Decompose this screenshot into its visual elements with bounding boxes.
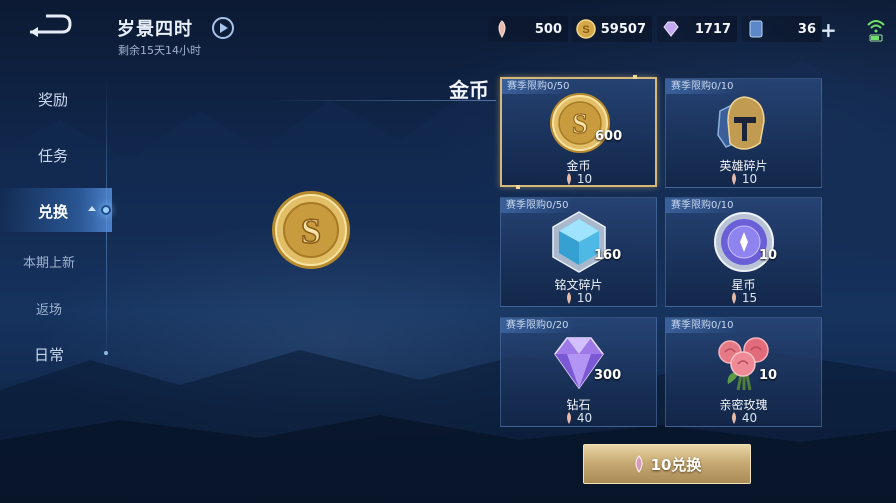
wifi-battery-icon: [867, 20, 885, 42]
feather-token-icon: [566, 412, 571, 424]
diamond-icon: [554, 337, 604, 390]
shop-item-rose[interactable]: 赛季限购0/10 10 亲密玫瑰 40: [665, 317, 822, 427]
star-coin-icon: [714, 212, 774, 272]
shop-item-star-coin[interactable]: 赛季限购0/10 10 星币 15: [665, 197, 822, 307]
selection-corner: [633, 75, 637, 79]
feather-token-icon: [731, 412, 736, 424]
nav-item-daily[interactable]: 日常: [0, 344, 102, 365]
preview-divider: [270, 100, 496, 101]
gold-coin-icon: S: [272, 191, 350, 269]
nav-active-dot: [101, 205, 111, 215]
shop-item-diamond[interactable]: 赛季限购0/20 300 钻石 40: [500, 317, 657, 427]
feather-token-icon: [566, 173, 571, 185]
shop-item-hero-fragment[interactable]: 赛季限购0/10 英雄碎片 10: [665, 78, 822, 188]
svg-text:S: S: [572, 109, 588, 140]
item-quantity: 10: [759, 368, 778, 383]
feather-token-icon: [498, 20, 506, 38]
diamond-icon: [663, 21, 679, 37]
shop-item-gold[interactable]: 赛季限购0/50 S 600 金币 10: [500, 77, 657, 187]
item-price: 40: [501, 411, 656, 425]
item-price: 10: [666, 172, 821, 186]
currency-spark: 500: [488, 16, 568, 42]
gold-coin-icon: S: [550, 93, 610, 153]
exchange-button-label: 10兑换: [650, 455, 702, 474]
selection-corner: [516, 185, 520, 189]
remaining-time: 剩余15天14小时: [118, 44, 201, 57]
feather-token-icon: [731, 173, 736, 185]
add-currency-button[interactable]: +: [820, 18, 837, 42]
play-icon[interactable]: [212, 17, 234, 39]
shop-item-inscription-fragment[interactable]: 赛季限购0/50 160 铭文碎片 10: [500, 197, 657, 307]
back-arrow-icon: [30, 14, 72, 37]
item-quantity: 160: [594, 248, 622, 263]
preview-title: 金币: [449, 78, 489, 102]
currency-diamond: 1717: [657, 16, 737, 42]
svg-text:S: S: [582, 24, 589, 36]
nav-item-exchange[interactable]: 兑换: [0, 201, 106, 222]
item-price: 15: [666, 291, 821, 305]
hero-fragment-icon: [717, 96, 765, 150]
item-quantity: 300: [594, 368, 622, 383]
svg-text:S: S: [301, 211, 321, 251]
chevron-up-icon: [88, 206, 96, 211]
item-quantity: 600: [595, 129, 623, 144]
inscription-fragment-icon: [552, 211, 606, 273]
coupon-card-icon: [749, 20, 763, 38]
item-price: 40: [666, 411, 821, 425]
nav-item-rewards[interactable]: 奖励: [0, 89, 106, 110]
nav-item-tasks[interactable]: 任务: [0, 145, 106, 166]
feather-token-icon: [635, 455, 643, 473]
back-button[interactable]: [26, 10, 74, 40]
currency-card: 36: [742, 16, 822, 42]
nav-dot: [104, 351, 108, 355]
nav-item-new[interactable]: 本期上新: [0, 252, 102, 271]
nav-item-return[interactable]: 返场: [0, 299, 102, 318]
item-quantity: 10: [759, 248, 778, 263]
gold-coin-icon: S: [576, 19, 596, 39]
currency-gold: S 59507: [572, 16, 652, 42]
feather-token-icon: [566, 292, 571, 304]
item-price: 10: [502, 172, 655, 186]
page-title: 岁景四时: [117, 19, 193, 40]
feather-token-icon: [731, 292, 736, 304]
rose-bouquet-icon: [718, 337, 769, 391]
item-price: 10: [501, 291, 656, 305]
exchange-button[interactable]: 10兑换: [583, 444, 751, 484]
